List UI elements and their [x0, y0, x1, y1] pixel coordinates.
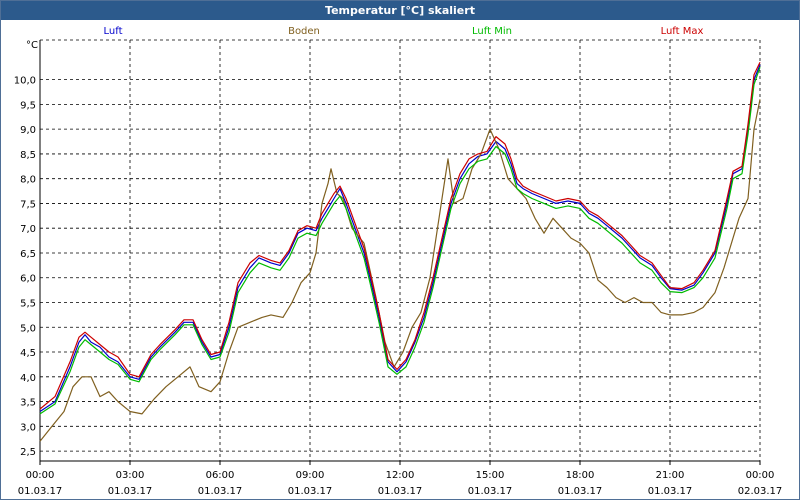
y-tick-label: 5,0 — [20, 323, 36, 334]
x-tick-time: 21:00 — [656, 470, 685, 481]
y-tick-label: 7,5 — [20, 199, 36, 210]
y-tick-label: 3,0 — [20, 422, 36, 433]
y-axis-unit-label: °C — [26, 40, 38, 51]
x-tick-date: 02.03.17 — [738, 486, 783, 497]
x-tick-date: 01.03.17 — [558, 486, 603, 497]
x-tick-time: 15:00 — [476, 470, 505, 481]
y-tick-label: 10,0 — [14, 76, 36, 87]
x-tick-date: 01.03.17 — [18, 486, 63, 497]
y-axis-tick-labels: 2,5 3,0 3,5 4,0 4,5 5,0 5,5 6,0 6,5 7,0 7,5 8,0 8,5 9… — [14, 76, 36, 458]
y-tick-label: 3,5 — [20, 398, 36, 409]
y-tick-label: 6,0 — [20, 274, 36, 285]
x-tick-time: 12:00 — [386, 470, 415, 481]
legend: Luft Boden Luft Min Luft Max — [104, 26, 704, 37]
y-tick-label: 6,5 — [20, 249, 36, 260]
y-tick-label: 7,0 — [20, 224, 36, 235]
legend-entry: Luft Min — [472, 26, 512, 37]
x-tick-date: 01.03.17 — [378, 486, 423, 497]
x-tick-time: 03:00 — [116, 470, 145, 481]
x-tick-time: 00:00 — [746, 470, 775, 481]
legend-entry: Luft Max — [661, 26, 704, 37]
x-tick-time: 00:00 — [26, 470, 55, 481]
y-tick-label: 4,5 — [20, 348, 36, 359]
x-tick-date: 01.03.17 — [648, 486, 693, 497]
y-tick-label: 8,5 — [20, 150, 36, 161]
y-tick-label: 4,0 — [20, 373, 36, 384]
x-tick-time: 06:00 — [206, 470, 235, 481]
y-tick-label: 8,0 — [20, 175, 36, 186]
y-tick-label: 9,0 — [20, 125, 36, 136]
y-tick-label: 5,5 — [20, 299, 36, 310]
legend-entry: Boden — [288, 26, 320, 37]
grid — [40, 39, 761, 461]
x-tick-time: 09:00 — [296, 470, 325, 481]
legend-entry: Luft — [104, 26, 123, 37]
x-tick-date: 01.03.17 — [468, 486, 513, 497]
x-tick-time: 18:00 — [566, 470, 595, 481]
y-tick-label: 9,5 — [20, 100, 36, 111]
x-tick-date: 01.03.17 — [288, 486, 333, 497]
x-tick-date: 01.03.17 — [108, 486, 153, 497]
x-axis-tick-labels: 00:00 01.03.17 03:00 01.03.17 06:00 01.03.17 0… — [18, 470, 783, 497]
y-tick-label: 2,5 — [20, 447, 36, 458]
x-tick-date: 01.03.17 — [198, 486, 243, 497]
temperature-chart: 2,5 3,0 3,5 4,0 4,5 5,0 5,5 6,0 6,5 7,0 7,5 8,0 8,5 9… — [14, 26, 783, 497]
